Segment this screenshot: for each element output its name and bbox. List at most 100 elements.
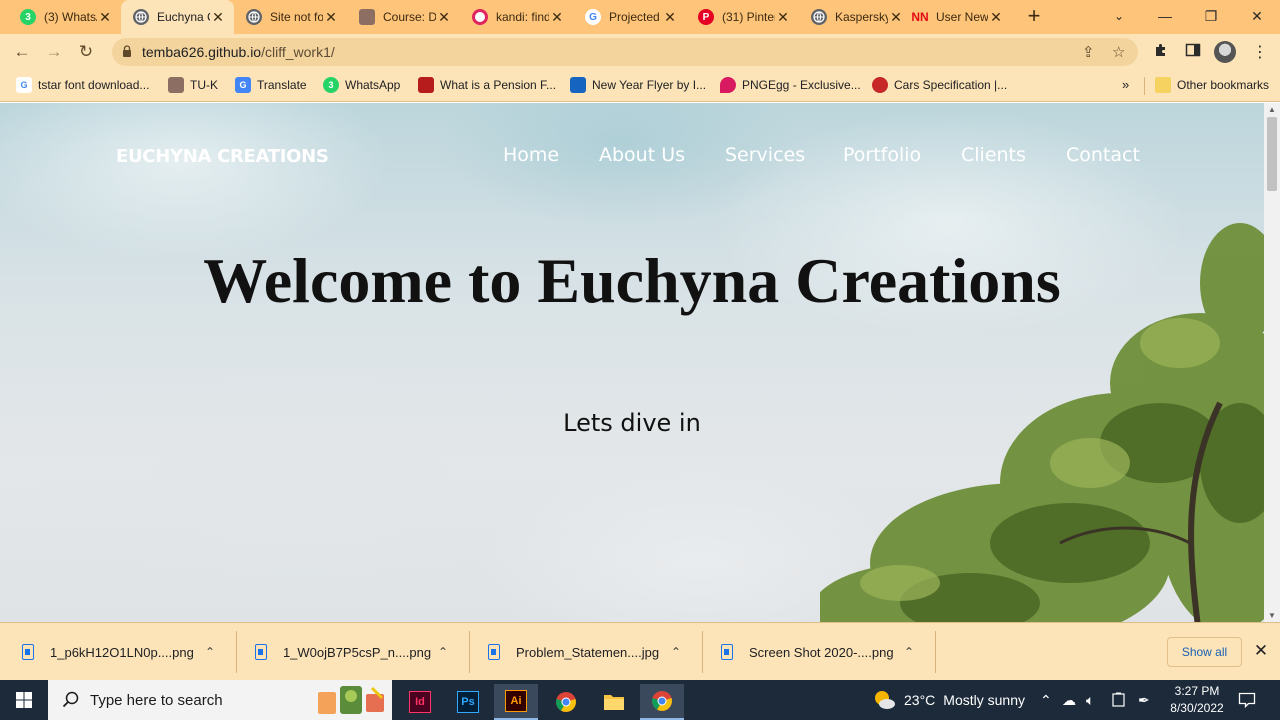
close-icon[interactable]: ✕ (323, 9, 339, 26)
volume-icon[interactable]: 🔈︎ (1086, 680, 1094, 720)
tab-search-icon[interactable]: ⌄ (1096, 0, 1142, 34)
search-highlight-illustration (318, 686, 384, 714)
taskbar-file-explorer[interactable] (592, 684, 636, 720)
bookmark-label: Translate (257, 78, 307, 92)
new-tab-button[interactable]: + (1022, 4, 1046, 30)
tab-pinterest[interactable]: P (31) Pinterest ✕ (686, 0, 799, 34)
scrollbar-thumb[interactable] (1267, 117, 1277, 191)
tab-title: Course: Data (383, 10, 436, 24)
battery-icon[interactable] (1111, 680, 1127, 720)
chevron-up-icon[interactable]: ⌃ (198, 645, 222, 659)
close-icon[interactable]: ✕ (210, 9, 226, 26)
taskbar-indesign[interactable]: Id (398, 684, 442, 720)
image-file-icon (721, 644, 733, 660)
side-panel-icon[interactable] (1185, 42, 1201, 63)
forward-button[interactable]: → (42, 40, 66, 64)
close-shelf-icon[interactable]: ✕ (1250, 641, 1272, 661)
bookmark-item[interactable]: 3 WhatsApp (323, 77, 400, 93)
download-shelf: 1_p6kH12O1LN0p....png ⌃ 1_W0ojB7P5csP_n.… (0, 622, 1280, 680)
site-logo[interactable]: EUCHYNA CREATIONS (116, 146, 329, 167)
chevron-up-icon[interactable]: ⌃ (431, 645, 455, 659)
globe-icon (811, 9, 827, 25)
nav-link-clients[interactable]: Clients (961, 144, 1026, 166)
close-icon[interactable]: ✕ (988, 9, 1004, 26)
cars-icon (872, 77, 888, 93)
chevron-up-icon[interactable]: ⌃ (664, 645, 688, 659)
pinterest-icon: P (698, 9, 714, 25)
close-icon[interactable]: ✕ (662, 9, 678, 26)
bookmark-item[interactable]: G tstar font download... (16, 77, 149, 93)
other-bookmarks-label: Other bookmarks (1177, 78, 1270, 92)
clock-date: 8/30/2022 (1170, 701, 1224, 715)
more-bookmarks-icon[interactable]: » (1122, 77, 1129, 92)
tab-whatsapp[interactable]: 3 (3) WhatsApp ✕ (8, 0, 121, 34)
nav-link-home[interactable]: Home (503, 144, 559, 166)
page-scrollbar[interactable]: ▲ ▼ (1264, 103, 1280, 622)
start-button[interactable] (0, 680, 48, 720)
illustrator-icon: Ai (505, 690, 527, 712)
tab-title: (3) WhatsApp (44, 10, 97, 24)
tab-kandi[interactable]: kandi: find ✕ (460, 0, 573, 34)
taskbar-photoshop[interactable]: Ps (446, 684, 490, 720)
taskbar-chrome-active[interactable] (640, 684, 684, 720)
taskbar-chrome[interactable] (544, 684, 588, 720)
bookmark-item[interactable]: PNGEgg - Exclusive... (720, 77, 861, 93)
window-close-button[interactable]: ✕ (1234, 0, 1280, 34)
other-bookmarks[interactable]: Other bookmarks (1155, 77, 1269, 93)
bookmark-item[interactable]: What is a Pension F... (418, 77, 556, 93)
nav-link-portfolio[interactable]: Portfolio (843, 144, 921, 166)
chrome-icon (556, 692, 576, 712)
address-bar[interactable]: temba626.github.io/cliff_work1/ ⇪ ☆ (112, 38, 1138, 66)
bookmark-item[interactable]: G Translate (235, 77, 307, 93)
reload-button[interactable]: ↻ (74, 40, 98, 64)
search-icon (62, 691, 79, 708)
taskbar-search[interactable]: Type here to search (48, 680, 392, 720)
clock-time: 3:27 PM (1174, 684, 1220, 698)
download-item[interactable]: 1_p6kH12O1LN0p....png ⌃ (0, 623, 234, 681)
bookmark-item[interactable]: New Year Flyer by I... (570, 77, 706, 93)
tab-kaspersky[interactable]: Kaspersky ✕ (799, 0, 912, 34)
onedrive-icon[interactable]: ☁ (1062, 680, 1076, 720)
close-icon[interactable]: ✕ (775, 9, 791, 26)
url-text: temba626.github.io/cliff_work1/ (142, 44, 335, 60)
nav-link-contact[interactable]: Contact (1066, 144, 1140, 166)
scroll-down-icon[interactable]: ▼ (1264, 611, 1280, 620)
bookmark-label: New Year Flyer by I... (592, 78, 707, 92)
scroll-up-icon[interactable]: ▲ (1264, 105, 1280, 114)
system-clock[interactable]: 3:27 PM 8/30/2022 (1160, 683, 1234, 717)
notifications-icon[interactable] (1238, 680, 1256, 720)
tab-projected[interactable]: G Projected ✕ (573, 0, 686, 34)
profile-avatar[interactable] (1214, 41, 1236, 63)
tab-euchyna[interactable]: Euchyna Creations ✕ (121, 0, 234, 34)
extensions-icon[interactable] (1153, 42, 1169, 63)
tab-title: User New (936, 10, 988, 24)
close-icon[interactable]: ✕ (97, 9, 113, 26)
chevron-up-icon[interactable]: ⌃ (897, 645, 921, 659)
nav-link-about-us[interactable]: About Us (599, 144, 685, 166)
restore-button[interactable]: ❐ (1188, 0, 1234, 34)
download-item[interactable]: Screen Shot 2020-....png ⌃ (699, 623, 933, 681)
weather-widget[interactable]: 23°C Mostly sunny (872, 680, 1025, 720)
bookmark-item[interactable]: TU-K (168, 77, 218, 93)
close-icon[interactable]: ✕ (549, 9, 565, 26)
back-button[interactable]: ← (10, 40, 34, 64)
tab-course[interactable]: Course: Data ✕ (347, 0, 460, 34)
close-icon[interactable]: ✕ (436, 9, 452, 26)
tab-user-new[interactable]: NN User New ✕ (900, 0, 1012, 34)
taskbar-illustrator[interactable]: Ai (494, 684, 538, 720)
bookmark-star-icon[interactable]: ☆ (1112, 43, 1125, 61)
nav-link-services[interactable]: Services (725, 144, 805, 166)
bookmark-item[interactable]: Cars Specification |... (872, 77, 1007, 93)
show-all-downloads-button[interactable]: Show all (1167, 637, 1242, 667)
download-item[interactable]: 1_W0ojB7P5csP_n....png ⌃ (233, 623, 467, 681)
share-icon[interactable]: ⇪ (1082, 43, 1095, 61)
minimize-button[interactable]: — (1142, 0, 1188, 34)
show-hidden-icons-button[interactable]: ⌃ (1040, 680, 1052, 720)
download-filename: 1_W0ojB7P5csP_n....png (282, 644, 432, 660)
menu-icon[interactable]: ⋮ (1252, 42, 1268, 62)
pen-icon[interactable]: ✒ (1138, 680, 1150, 720)
tab-site-not-found[interactable]: Site not found ✕ (234, 0, 347, 34)
browser-toolbar: ← → ↻ temba626.github.io/cliff_work1/ ⇪ … (0, 34, 1280, 70)
folder-icon (1155, 77, 1171, 93)
download-item[interactable]: Problem_Statemen....jpg ⌃ (466, 623, 700, 681)
